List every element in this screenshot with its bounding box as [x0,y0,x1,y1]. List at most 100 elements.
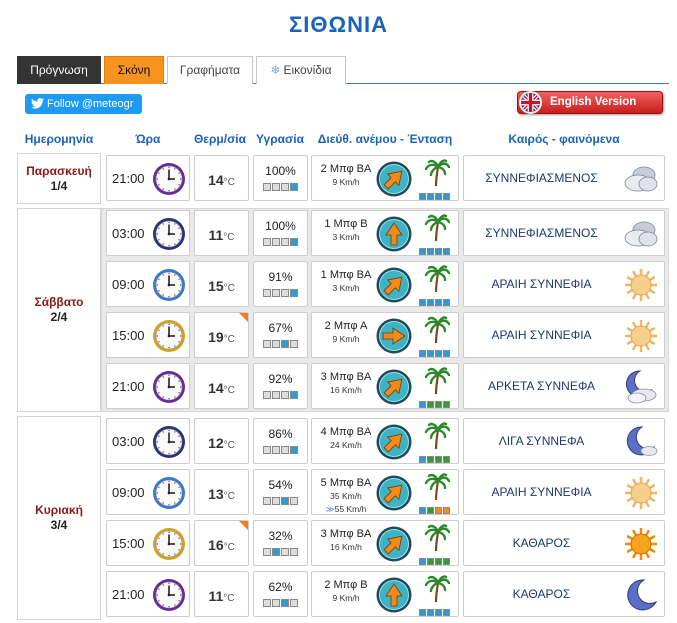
weather-cell: ΑΡΑΙΗ ΣΥΝΝΕΦΙΑ [463,261,665,307]
weather-cell: ΚΑΘΑΡΟΣ [463,520,665,566]
twitter-bird-icon [31,98,44,109]
tab-charts[interactable]: Γραφήματα [167,56,253,84]
wind-speed: 3 Km/h [332,283,360,293]
clock-icon [153,579,185,611]
humidity-cell: 54% [253,469,308,515]
weather-cell: ΛΙΓΑ ΣΥΝΝΕΦΑ [463,418,665,464]
wind-direction-icon [376,216,412,252]
temperature-cell: 16°C [194,520,249,566]
weather-cell: ΣΥΝΝΕΦΙΑΣΜΕΝΟΣ [463,210,665,256]
time-cell: 15:00 [106,312,190,358]
weather-cell: ΣΥΝΝΕΦΙΑΣΜΕΝΟΣ [463,155,665,201]
palm-tree-icon [424,575,450,603]
wind-direction-icon [376,577,412,613]
clock-icon [153,477,185,509]
humidity-scale [254,183,307,191]
tab-icons[interactable]: ❄ Εικονίδια [256,56,346,84]
time-value: 21:00 [112,171,145,186]
weather-description: ΣΥΝΝΕΦΙΑΣΜΕΝΟΣ [485,171,598,185]
weather-description: ΑΡΑΙΗ ΣΥΝΝΕΦΙΑ [491,485,592,499]
time-cell: 03:00 [106,418,190,464]
tab-forecast[interactable]: Πρόγνωση [17,56,101,84]
clock-icon [153,426,185,458]
moon-icon [627,579,658,611]
wind-force: 2 Μπφ Α [324,320,368,332]
temperature-cell: 11°C [194,571,249,617]
english-version-button[interactable]: English Version [517,91,663,114]
wind-cell: 4 Μπφ ΒΑ 24 Km/h [311,418,459,464]
clock-icon [153,269,185,301]
temperature-value: 14 [208,172,224,188]
twitter-follow-button[interactable]: Follow @meteogr [25,94,142,114]
tab-bar: Πρόγνωση Σκόνη Γραφήματα ❄ Εικονίδια [17,56,669,84]
wind-cell: 2 Μπφ ΒΑ 9 Km/h [311,155,459,201]
wind-speed: 16 Km/h [330,542,362,552]
humidity-cell: 86% [253,418,308,464]
temperature-cell: 13°C [194,469,249,515]
palm-tree-icon [424,422,450,450]
time-cell: 15:00 [106,520,190,566]
time-value: 09:00 [112,485,145,500]
humidity-scale [254,238,307,246]
wind-scale [419,609,451,616]
weather-description: ΑΡΑΙΗ ΣΥΝΝΕΦΙΑ [491,328,592,342]
temperature-unit: °C [223,491,235,502]
moon-few-clouds-icon [626,426,658,456]
snowflake-icon: ❄ [270,63,281,77]
tab-dust[interactable]: Σκόνη [104,56,164,84]
wind-direction-icon [376,424,412,460]
humidity-scale [254,548,307,556]
humidity-scale [254,340,307,348]
temperature-unit: °C [223,385,235,396]
header-weather: Καιρός - φαινόμενα [508,132,620,146]
temperature-value: 15 [208,278,224,294]
humidity-value: 100% [265,219,296,233]
temperature-cell: 14°C [194,155,249,201]
clock-icon [153,218,185,250]
time-value: 03:00 [112,434,145,449]
temperature-value: 12 [208,435,224,451]
temperature-unit: °C [223,283,235,294]
humidity-cell: 67% [253,312,308,358]
header-date: Ημερομηνία [24,132,94,146]
weather-cell: ΑΡΑΙΗ ΣΥΝΝΕΦΙΑ [463,469,665,515]
weather-description: ΚΑΘΑΡΟΣ [512,536,571,550]
wind-direction-icon [376,369,412,405]
wind-direction-icon [376,526,412,562]
time-cell: 09:00 [106,261,190,307]
wind-scale [419,558,451,565]
header-time: Ώρα [135,132,161,146]
time-cell: 03:00 [106,210,190,256]
temperature-value: 14 [208,380,224,396]
wind-cell: 1 Μπφ Β 3 Km/h [311,210,459,256]
day-cell-sunday: Κυριακή 3/4 [17,416,101,620]
time-cell: 21:00 [106,363,190,409]
clock-icon [153,320,185,352]
wind-direction-icon [376,267,412,303]
time-cell: 21:00 [106,571,190,617]
wind-speed: 9 Km/h [332,593,360,603]
weather-cell: ΑΡΚΕΤΑ ΣΥΝΝΕΦΑ [463,363,665,409]
wind-scale [419,248,451,255]
humidity-cell: 92% [253,363,308,409]
wind-speed: 35 Km/h [330,491,362,501]
time-value: 09:00 [112,277,145,292]
wind-scale [419,507,451,514]
palm-tree-icon [424,214,450,242]
wind-force: 4 Μπφ ΒΑ [320,426,372,438]
humidity-scale [254,289,307,297]
sun-hazy-icon [625,477,657,509]
temperature-unit: °C [223,177,235,188]
header-wind: Διεύθ. ανέμου - Ένταση [317,132,453,146]
wind-direction-icon [376,475,412,511]
wind-scale [419,456,451,463]
wind-direction-icon [376,161,412,197]
header-temperature: Θερμ/σία [193,132,247,146]
time-value: 03:00 [112,226,145,241]
humidity-value: 86% [268,427,293,441]
wind-gust: ≫55 Km/h [325,504,367,514]
weather-cell: ΑΡΑΙΗ ΣΥΝΝΕΦΙΑ [463,312,665,358]
humidity-value: 92% [268,372,293,386]
moon-clouds-icon [625,370,657,404]
uk-flag-icon [519,91,542,114]
